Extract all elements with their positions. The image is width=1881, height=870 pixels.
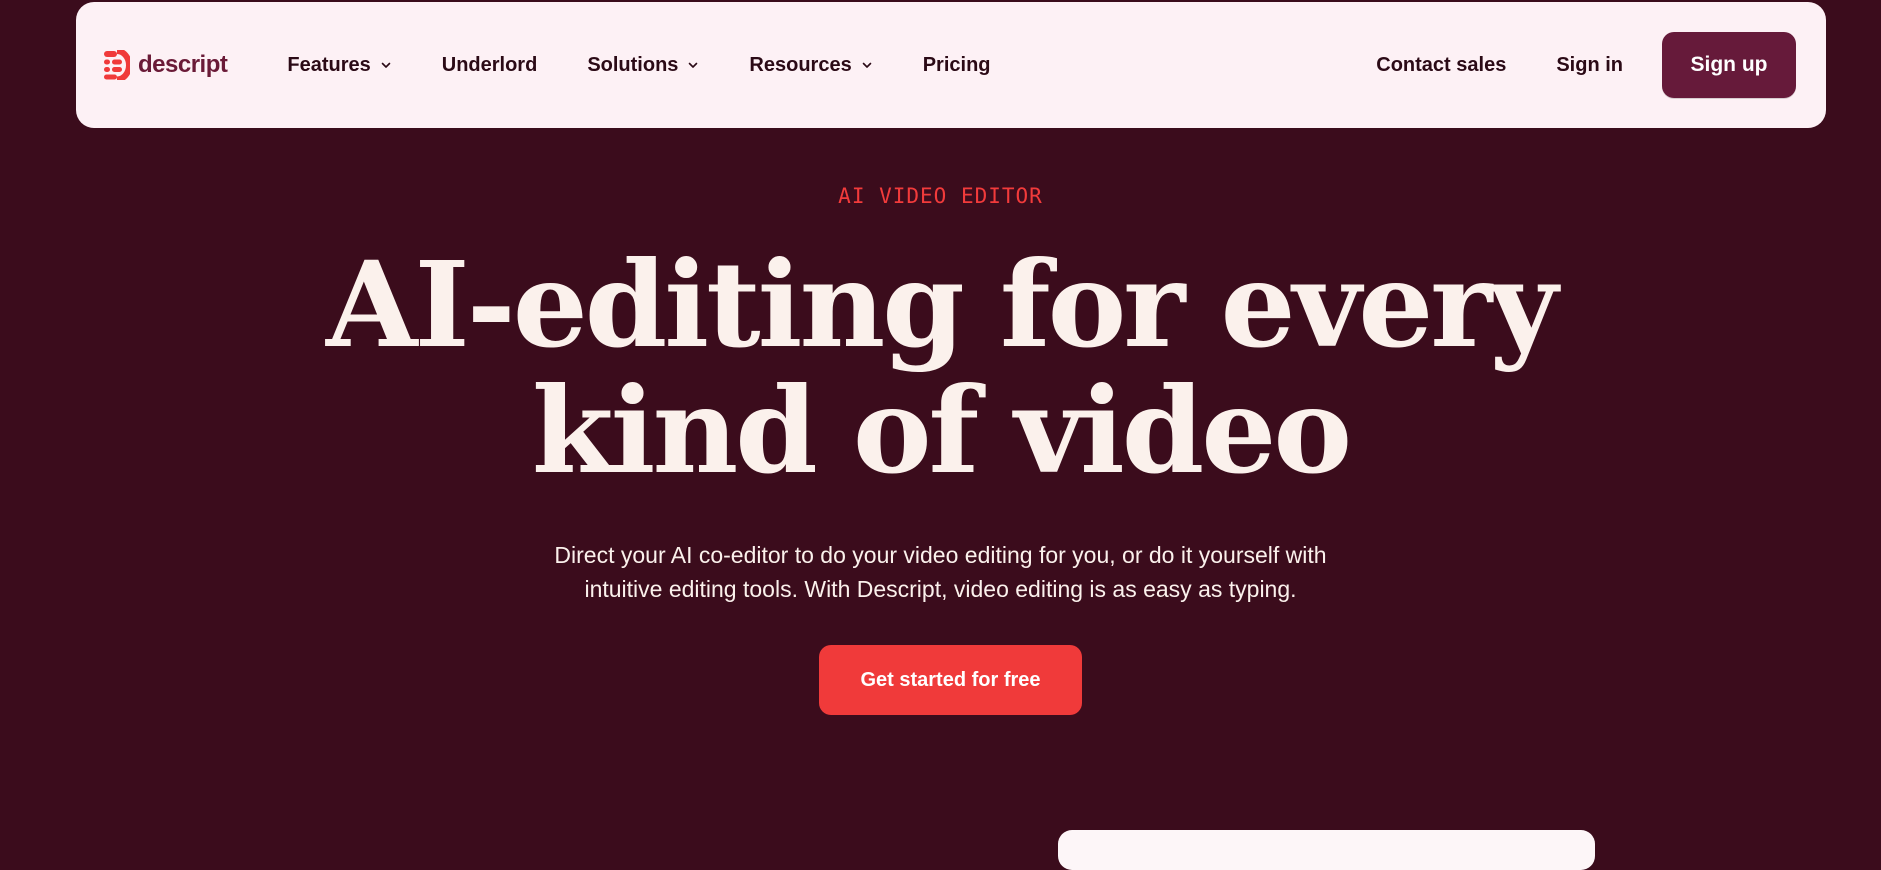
brand-name: descript [138,51,228,78]
nav-item-resources[interactable]: Resources [749,54,872,77]
hero-subtitle-line-2: intuitive editing tools. With Descript, … [584,576,1297,602]
descript-logo-icon [104,50,130,80]
top-navigation-bar: descript Features Underlord Solutions Re… [76,2,1826,128]
hero-subtitle: Direct your AI co-editor to do your vide… [0,538,1881,606]
nav-item-label: Resources [749,53,852,76]
get-started-button[interactable]: Get started for free [819,645,1082,715]
nav-item-features[interactable]: Features [287,54,391,77]
nav-actions: Contact sales Sign in Sign up [1376,32,1796,98]
descript-logo[interactable]: descript [104,50,228,80]
chevron-down-icon [689,62,698,68]
chevron-down-icon [381,62,391,68]
product-preview-card [1058,830,1595,870]
nav-item-label: Solutions [587,53,679,76]
hero-subtitle-line-1: Direct your AI co-editor to do your vide… [554,542,1327,568]
nav-item-solutions[interactable]: Solutions [587,54,699,77]
nav-item-label: Pricing [922,53,991,76]
nav-item-underlord[interactable]: Underlord [442,54,538,77]
hero-headline-line-1: AI-editing for every [325,235,1558,374]
hero-headline: AI-editing for every kind of video [0,242,1881,494]
primary-nav: Features Underlord Solutions Resources P… [287,54,1040,77]
sign-in-link[interactable]: Sign in [1556,54,1623,77]
sign-up-button[interactable]: Sign up [1662,32,1796,98]
chevron-down-icon [862,62,872,68]
nav-item-label: Underlord [441,53,538,76]
hero-headline-line-2: kind of video [531,361,1352,500]
contact-sales-link[interactable]: Contact sales [1376,54,1506,77]
hero-eyebrow: AI VIDEO EDITOR [838,184,1043,208]
nav-item-label: Features [287,53,371,76]
nav-item-pricing[interactable]: Pricing [923,54,991,77]
